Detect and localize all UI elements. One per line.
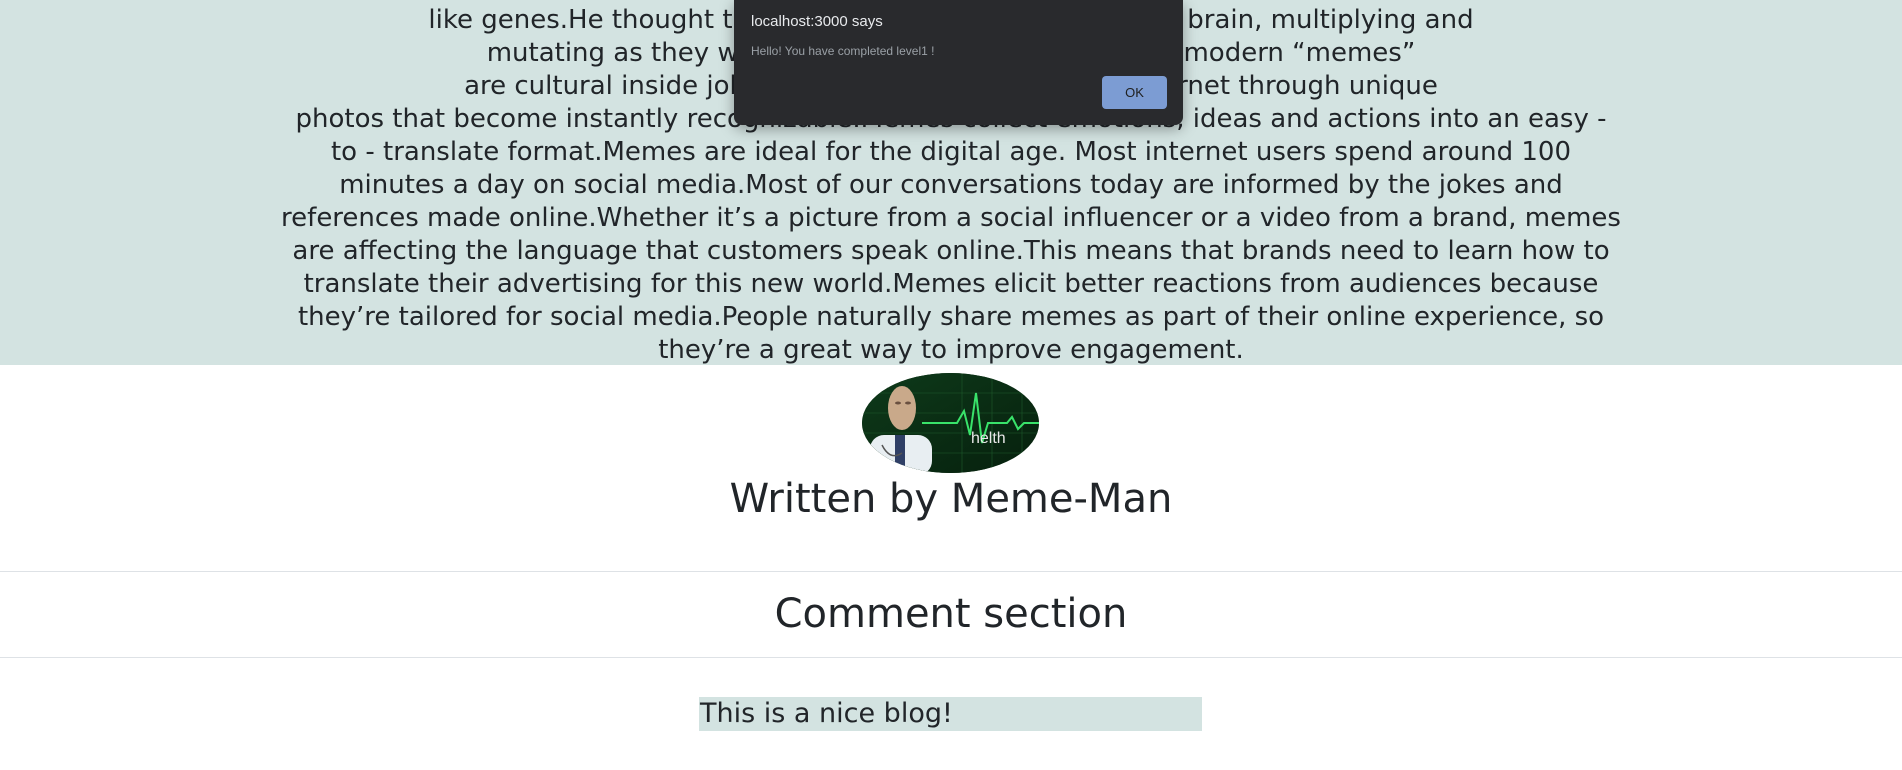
article-line: references made online.Whether it’s a pi… xyxy=(281,203,1621,233)
article-line: to - translate format.Memes are ideal fo… xyxy=(330,137,1571,167)
alert-ok-button[interactable]: OK xyxy=(1102,76,1167,109)
author-byline: Written by Meme-Man xyxy=(729,476,1173,522)
divider xyxy=(0,571,1902,572)
article-line: they’re a great way to improve engagemen… xyxy=(658,335,1244,365)
alert-message: Hello! You have completed level1 ! xyxy=(751,44,935,58)
comment-item: This is a nice blog! xyxy=(699,697,1202,731)
avatar-image: helth xyxy=(862,373,1039,473)
avatar-caption: helth xyxy=(971,430,1006,447)
comment-section-heading: Comment section xyxy=(774,591,1128,637)
divider xyxy=(0,657,1902,658)
alert-dialog: localhost:3000 says Hello! You have comp… xyxy=(734,0,1183,125)
article-line: are affecting the language that customer… xyxy=(292,236,1610,266)
article-line: minutes a day on social media.Most of ou… xyxy=(339,170,1563,200)
article-line: they’re tailored for social media.People… xyxy=(297,302,1605,332)
author-avatar: helth xyxy=(862,373,1039,473)
alert-title: localhost:3000 says xyxy=(751,13,883,30)
article-line: translate their advertising for this new… xyxy=(303,269,1599,299)
